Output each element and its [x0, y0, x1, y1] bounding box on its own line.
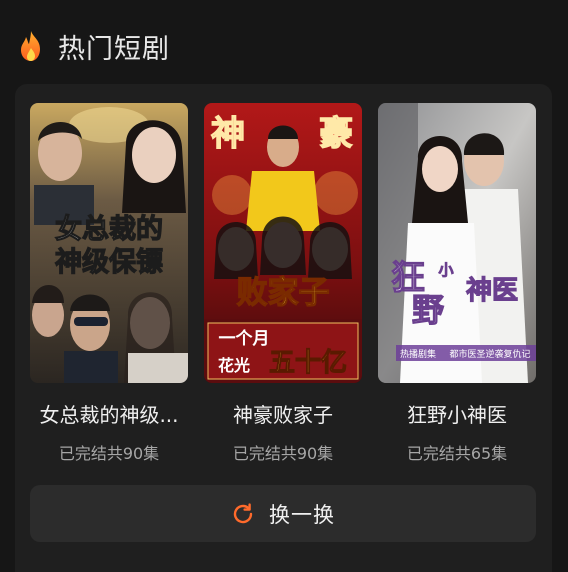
drama-title[interactable]: 狂野小神医 — [372, 399, 542, 428]
drama-title[interactable]: 女总裁的神级... — [24, 399, 194, 428]
drama-card[interactable]: 女总裁的 神级保镖 女总裁的神级... 已完结共90集 — [30, 103, 188, 464]
drama-card[interactable]: 狂 小 野 神医 热播剧集 都市医圣逆袭复仇记 狂野小神医 已完结共65集 — [378, 103, 536, 464]
section-header: 热门短剧 — [18, 26, 170, 66]
poster-title-line: 野 — [412, 291, 444, 329]
refresh-label: 换一换 — [269, 502, 335, 527]
drama-poster[interactable]: 女总裁的 神级保镖 — [30, 103, 188, 383]
poster-tagline: 都市医圣逆袭复仇记 — [449, 348, 530, 360]
hot-dramas-page: 热门短剧 女总裁的 神级保镖 女总裁的神级... 已完结共90集 神 豪 败家子… — [0, 0, 568, 572]
poster-title-line: 败家子 — [237, 275, 330, 311]
drama-card[interactable]: 神 豪 败家子 一个月 花光 五十亿 神 豪败家子 已完结共90集 — [204, 103, 362, 464]
poster-title-line: 小 — [438, 261, 453, 279]
poster-tagline: 热播剧集 — [400, 348, 436, 360]
drama-status: 已完结共90集 — [232, 444, 334, 463]
drama-title[interactable]: 神豪败家子 — [198, 399, 368, 428]
poster-title-line: 神医 — [466, 276, 518, 306]
poster-title-line: 女总裁的 — [55, 213, 163, 245]
drama-poster[interactable]: 狂 小 野 神医 热播剧集 都市医圣逆袭复仇记 — [378, 103, 536, 383]
drama-status: 已完结共65集 — [406, 444, 508, 463]
fire-icon — [21, 31, 40, 61]
poster-tagline: 花光 — [218, 356, 250, 375]
drama-poster[interactable]: 神 豪 败家子 一个月 花光 五十亿 — [204, 103, 362, 383]
poster-tagline: 一个月 — [219, 328, 270, 349]
poster-title-line: 神级保镖 — [55, 246, 163, 278]
poster-tagline: 五十亿 — [269, 348, 347, 378]
refresh-button[interactable]: 换一换 — [30, 485, 536, 542]
poster-title-line: 神 — [211, 114, 245, 154]
poster-title-line: 豪 — [319, 114, 353, 154]
refresh-icon — [233, 502, 253, 523]
section-title: 热门短剧 — [58, 33, 170, 65]
drama-status: 已完结共90集 — [58, 444, 160, 463]
